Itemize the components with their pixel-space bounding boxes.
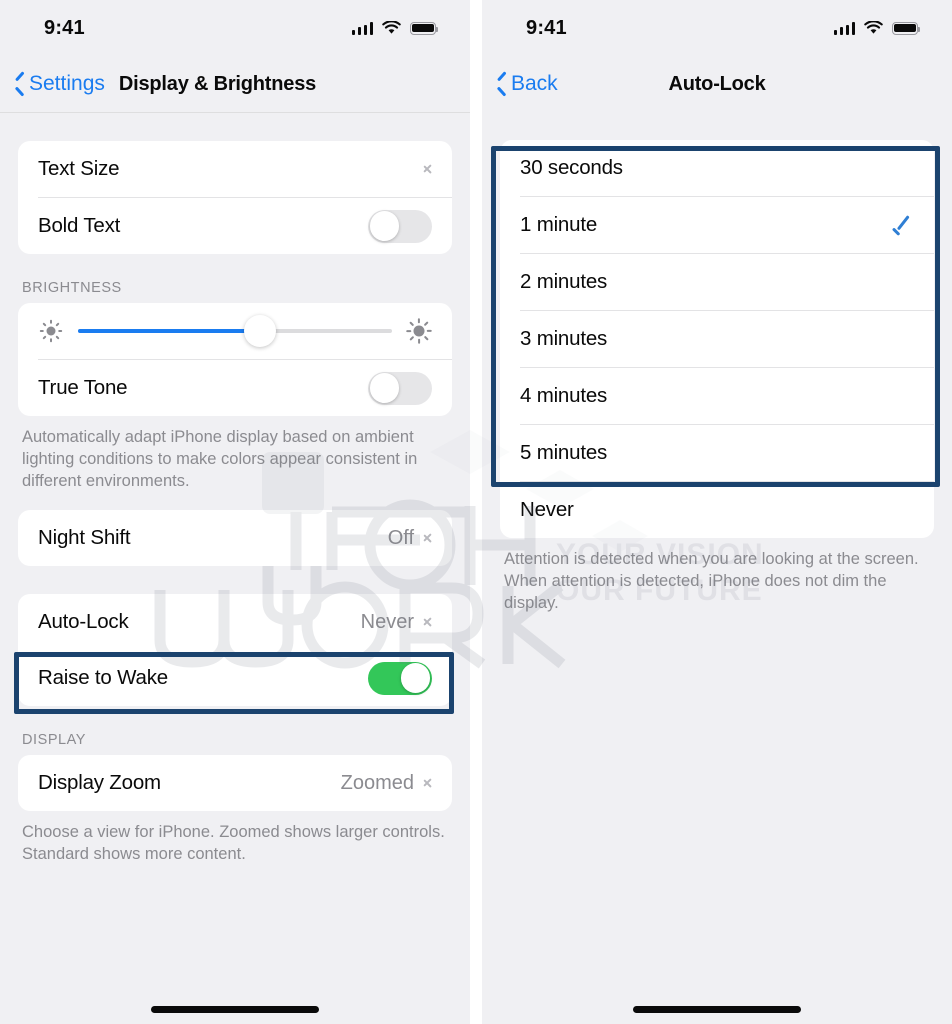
home-indicator bbox=[482, 1006, 952, 1013]
left-nav-bar: Settings Display & Brightness bbox=[0, 56, 470, 112]
auto-lock-option-row[interactable]: 30 seconds bbox=[500, 140, 934, 196]
row-label: Display Zoom bbox=[38, 771, 161, 794]
cellular-bars-icon bbox=[833, 21, 855, 35]
option-label: 5 minutes bbox=[520, 441, 608, 464]
home-indicator bbox=[0, 1006, 470, 1013]
row-accessory: Off bbox=[388, 527, 432, 550]
option-label: 1 minute bbox=[520, 213, 598, 236]
screenshot-stage: 9:41 Settings Display & Brightness Text … bbox=[0, 0, 952, 1024]
right-content: 30 seconds 1 minute 2 minutes 3 minutes 4 mi… bbox=[482, 112, 952, 1023]
status-icons bbox=[833, 21, 921, 35]
chevron-left-icon bbox=[14, 75, 25, 94]
row-accessory bbox=[423, 161, 432, 177]
row-auto-lock[interactable]: Auto-Lock Never bbox=[18, 594, 452, 650]
status-time: 9:41 bbox=[44, 16, 85, 39]
back-button[interactable]: Back bbox=[496, 72, 558, 96]
chevron-right-icon bbox=[423, 775, 432, 791]
checkmark-icon bbox=[892, 214, 914, 236]
chevron-right-icon bbox=[423, 614, 432, 630]
chevron-right-icon bbox=[423, 161, 432, 177]
option-label: 30 seconds bbox=[520, 156, 623, 179]
row-label: Bold Text bbox=[38, 214, 121, 237]
brightness-fill bbox=[78, 329, 261, 333]
display-section-header: DISPLAY bbox=[22, 732, 87, 748]
top-spacer bbox=[500, 112, 934, 140]
bold-text-toggle[interactable] bbox=[368, 209, 432, 243]
cellular-bars-icon bbox=[351, 21, 373, 35]
row-label: True Tone bbox=[38, 376, 128, 399]
brightness-section-header: BRIGHTNESS bbox=[22, 280, 122, 296]
text-settings-card: Text Size Bold Text bbox=[18, 141, 452, 254]
option-label: 4 minutes bbox=[520, 384, 608, 407]
row-label: Raise to Wake bbox=[38, 666, 168, 689]
back-to-settings-button[interactable]: Settings bbox=[14, 72, 105, 96]
left-phone-panel: 9:41 Settings Display & Brightness Text … bbox=[0, 0, 470, 1024]
right-phone-panel: 9:41 Back Auto-Lock 30 seconds 1 minute 2 … bbox=[482, 0, 952, 1024]
option-label: 2 minutes bbox=[520, 270, 608, 293]
battery-full-icon bbox=[410, 21, 439, 35]
status-icons bbox=[351, 21, 439, 35]
option-label: Never bbox=[520, 498, 574, 521]
row-value: Off bbox=[387, 526, 414, 549]
row-label: Text Size bbox=[38, 157, 120, 180]
chevron-right-icon bbox=[423, 530, 432, 546]
auto-lock-option-row[interactable]: 1 minute bbox=[500, 197, 934, 253]
attention-footnote: Attention is detected when you are looki… bbox=[504, 550, 919, 612]
brightness-knob[interactable] bbox=[244, 315, 277, 347]
auto-lock-option-row[interactable]: 2 minutes bbox=[500, 254, 934, 310]
night-shift-card: Night Shift Off bbox=[18, 510, 452, 566]
left-status-bar: 9:41 bbox=[0, 0, 470, 56]
battery-full-icon bbox=[892, 21, 921, 35]
row-night-shift[interactable]: Night Shift Off bbox=[18, 510, 452, 566]
brightness-card: True Tone bbox=[18, 303, 452, 416]
option-label: 3 minutes bbox=[520, 327, 608, 350]
row-display-zoom[interactable]: Display Zoom Zoomed bbox=[18, 755, 452, 811]
row-accessory: Never bbox=[361, 611, 432, 634]
auto-lock-option-row[interactable]: 5 minutes bbox=[500, 425, 934, 481]
row-raise-to-wake[interactable]: Raise to Wake bbox=[18, 650, 452, 706]
auto-lock-option-row[interactable]: 4 minutes bbox=[500, 368, 934, 424]
auto-lock-option-row[interactable]: Never bbox=[500, 482, 934, 538]
page-title: Display & Brightness bbox=[118, 72, 317, 95]
row-value: Zoomed bbox=[340, 771, 414, 794]
row-bold-text[interactable]: Bold Text bbox=[18, 198, 452, 254]
row-label: Auto-Lock bbox=[38, 610, 129, 633]
true-tone-footnote: Automatically adapt iPhone display based… bbox=[22, 428, 418, 490]
back-label: Back bbox=[511, 72, 558, 95]
brightness-track[interactable] bbox=[78, 315, 392, 347]
display-zoom-footnote: Choose a view for iPhone. Zoomed shows l… bbox=[22, 823, 445, 863]
row-true-tone[interactable]: True Tone bbox=[18, 360, 452, 416]
true-tone-toggle[interactable] bbox=[368, 371, 432, 405]
right-status-bar: 9:41 bbox=[482, 0, 952, 56]
back-label: Settings bbox=[29, 72, 105, 95]
status-time: 9:41 bbox=[526, 16, 567, 39]
right-nav-bar: Back Auto-Lock bbox=[482, 56, 952, 112]
wifi-icon bbox=[864, 21, 883, 34]
row-accessory: Zoomed bbox=[341, 772, 432, 795]
chevron-left-icon bbox=[496, 75, 507, 94]
brightness-slider-row bbox=[18, 303, 452, 359]
autolock-card: Auto-Lock Never Raise to Wake bbox=[18, 594, 452, 706]
brightness-low-icon bbox=[38, 318, 64, 344]
brightness-high-icon bbox=[406, 318, 432, 344]
auto-lock-option-row[interactable]: 3 minutes bbox=[500, 311, 934, 367]
auto-lock-options-card: 30 seconds 1 minute 2 minutes 3 minutes 4 mi… bbox=[500, 140, 934, 538]
top-spacer bbox=[18, 113, 452, 141]
row-text-size[interactable]: Text Size bbox=[18, 141, 452, 197]
left-content: Text Size Bold Text BRIGHTNESS True Tone… bbox=[0, 113, 470, 1024]
wifi-icon bbox=[382, 21, 401, 34]
row-label: Night Shift bbox=[38, 526, 131, 549]
raise-to-wake-toggle[interactable] bbox=[368, 661, 432, 695]
display-zoom-card: Display Zoom Zoomed bbox=[18, 755, 452, 811]
row-value: Never bbox=[360, 610, 414, 633]
